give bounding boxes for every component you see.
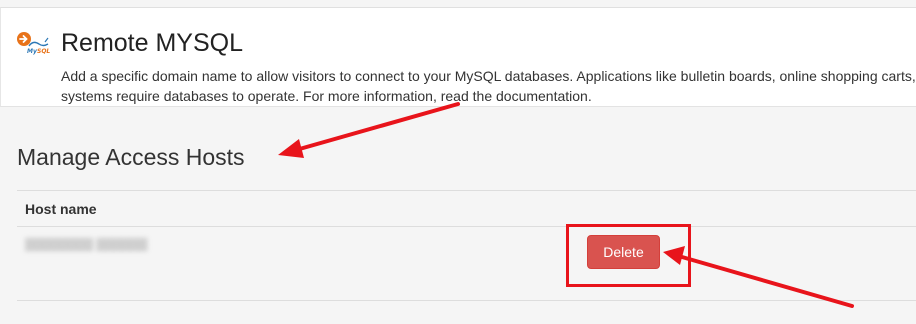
page-description-line2: systems require databases to operate. Fo…: [61, 88, 592, 104]
section-title: Manage Access Hosts: [17, 144, 245, 170]
mysql-remote-icon: My SQL: [15, 28, 53, 58]
delete-button[interactable]: Delete: [587, 235, 660, 269]
page-description-line1: Add a specific domain name to allow visi…: [61, 68, 916, 84]
host-name-cell-redacted: ▒▒▒▒▒▒▒▒ ▒▒▒▒▒▒: [25, 237, 148, 251]
table-header: Host name: [17, 190, 916, 227]
svg-text:SQL: SQL: [37, 48, 50, 55]
arrow-to-section-title: [278, 102, 460, 158]
table-row: ▒▒▒▒▒▒▒▒ ▒▒▒▒▒▒ Delete: [17, 227, 916, 301]
page-description: Add a specific domain name to allow visi…: [61, 66, 916, 106]
column-header-host-name: Host name: [25, 201, 97, 217]
page-title: Remote MYSQL: [61, 29, 244, 57]
header-panel: My SQL Remote MYSQL Add a specific domai…: [0, 7, 916, 107]
access-hosts-table: Host name ▒▒▒▒▒▒▒▒ ▒▒▒▒▒▒ Delete: [17, 190, 916, 301]
